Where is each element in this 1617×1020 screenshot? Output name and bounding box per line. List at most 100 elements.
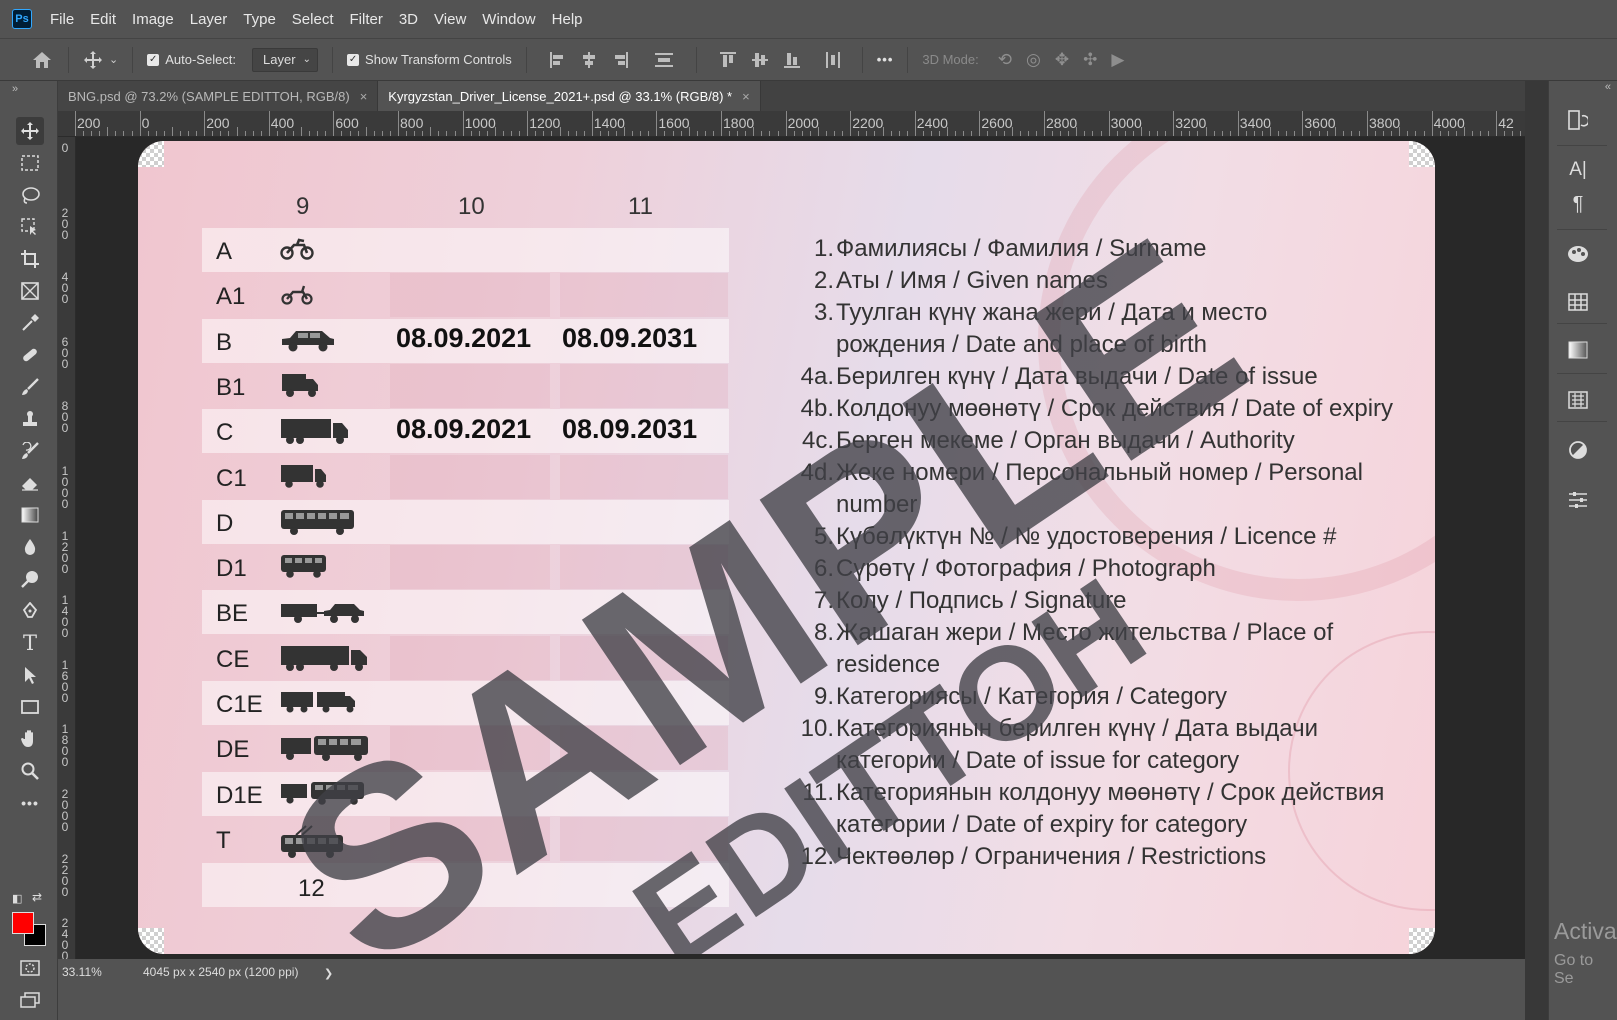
zoom-level[interactable]: 33.11% xyxy=(62,965,102,979)
horizontal-ruler[interactable]: 200 0 200 400 600 800 1000 1200 1400 1600 1800 2000… xyxy=(58,111,1525,137)
character-panel-icon[interactable]: A| xyxy=(1565,157,1591,183)
more-options-button[interactable]: ••• xyxy=(877,52,894,67)
close-icon[interactable]: × xyxy=(742,89,750,104)
ruler-minor-tick xyxy=(171,127,173,136)
adjustments-panel-icon[interactable] xyxy=(1565,437,1591,463)
ruler-minor-tick xyxy=(1068,131,1070,136)
chevron-down-icon[interactable]: ⌄ xyxy=(109,53,118,66)
foreground-color-swatch[interactable] xyxy=(12,912,34,934)
patterns-panel-icon[interactable] xyxy=(1565,387,1591,413)
pen-tool[interactable] xyxy=(16,597,44,625)
ruler-minor-tick xyxy=(317,131,319,136)
screen-mode-icon[interactable] xyxy=(16,986,44,1014)
hand-tool[interactable] xyxy=(16,725,44,753)
move-tool-icon[interactable] xyxy=(83,50,103,70)
marquee-tool[interactable] xyxy=(16,149,44,177)
align-bottom-icon[interactable] xyxy=(783,52,800,68)
swap-colors-icon[interactable]: ⇄ xyxy=(32,890,42,904)
close-icon[interactable]: × xyxy=(360,89,368,104)
auto-select-checkbox[interactable]: ✓ xyxy=(147,53,160,66)
crop-tool[interactable] xyxy=(16,245,44,273)
eyedropper-tool[interactable] xyxy=(16,309,44,337)
object-selection-tool[interactable] xyxy=(16,213,44,241)
align-vcenter-icon[interactable] xyxy=(751,52,768,68)
status-menu-arrow[interactable]: ❯ xyxy=(324,967,333,980)
blur-tool[interactable] xyxy=(16,533,44,561)
menu-window[interactable]: Window xyxy=(474,11,543,28)
pan-3d-icon[interactable]: ✥ xyxy=(1055,50,1069,70)
ruler-label: 800 xyxy=(400,115,424,131)
distribute-horizontal-icon[interactable] xyxy=(825,51,840,68)
ruler-tick xyxy=(1496,111,1498,136)
ruler-tick xyxy=(398,111,399,136)
menu-filter[interactable]: Filter xyxy=(342,11,391,28)
history-panel-icon[interactable] xyxy=(1565,107,1591,133)
menu-edit[interactable]: Edit xyxy=(82,11,124,28)
align-top-icon[interactable] xyxy=(719,51,736,68)
show-transform-checkbox[interactable]: ✓ xyxy=(347,53,360,66)
slide-3d-icon[interactable]: ✣ xyxy=(1083,50,1097,70)
roll-3d-icon[interactable]: ◎ xyxy=(1026,50,1041,70)
ruler-minor-tick xyxy=(648,131,650,136)
move-tool[interactable] xyxy=(16,117,44,145)
ruler-minor-tick xyxy=(777,131,779,136)
ruler-minor-tick xyxy=(607,131,609,136)
properties-panel-icon[interactable] xyxy=(1565,487,1591,513)
tab-bng[interactable]: BNG.psd @ 73.2% (SAMPLE EDITTOH, RGB/8) … xyxy=(58,81,379,111)
distribute-vertical-icon[interactable] xyxy=(654,52,673,68)
menu-help[interactable]: Help xyxy=(544,11,591,28)
eraser-tool[interactable] xyxy=(16,469,44,497)
photoshop-logo[interactable]: Ps xyxy=(12,9,32,29)
ruler-minor-tick xyxy=(1480,131,1482,136)
zoom-tool[interactable] xyxy=(16,757,44,785)
ruler-minor-tick xyxy=(1132,131,1134,136)
ruler-minor-tick xyxy=(83,131,85,136)
ruler-label: 1000 xyxy=(61,464,69,511)
layer-dropdown[interactable]: Layer ⌄ xyxy=(252,47,319,72)
gradients-panel-icon[interactable] xyxy=(1565,337,1591,363)
healing-brush-tool[interactable] xyxy=(16,341,44,369)
seal-decoration xyxy=(1288,631,1435,911)
edit-toolbar-icon[interactable]: ••• xyxy=(16,789,44,817)
align-hcenter-icon[interactable] xyxy=(582,51,596,68)
tab-kyrgyzstan-license[interactable]: Kyrgyzstan_Driver_License_2021+.psd @ 33… xyxy=(378,81,761,111)
scale-3d-icon[interactable]: ▶ xyxy=(1111,50,1124,70)
swatches-panel-icon[interactable] xyxy=(1565,289,1591,315)
default-colors-icon[interactable]: ◧ xyxy=(12,892,22,905)
paragraph-panel-icon[interactable]: ¶ xyxy=(1565,191,1591,217)
color-panel-icon[interactable] xyxy=(1565,241,1591,267)
ruler-minor-tick xyxy=(1229,131,1231,136)
menu-image[interactable]: Image xyxy=(124,11,182,28)
category-cell xyxy=(390,545,550,590)
type-tool[interactable]: T xyxy=(16,629,44,657)
menu-select[interactable]: Select xyxy=(284,11,342,28)
align-left-icon[interactable] xyxy=(549,51,564,68)
collapse-icon[interactable]: » xyxy=(12,83,18,95)
menu-type[interactable]: Type xyxy=(235,11,284,28)
frame-tool[interactable] xyxy=(16,277,44,305)
clone-stamp-tool[interactable] xyxy=(16,405,44,433)
align-right-icon[interactable] xyxy=(614,51,628,68)
dodge-tool[interactable] xyxy=(16,565,44,593)
ruler-minor-tick xyxy=(341,131,343,136)
vertical-ruler[interactable]: 0 200 400 600 800 1000 1200 1400 1600 1800 2000 220… xyxy=(58,137,76,959)
path-selection-tool[interactable] xyxy=(16,661,44,689)
menu-file[interactable]: File xyxy=(42,11,82,28)
canvas-workspace[interactable]: 9 10 11 A A1 B B1 C C1 D D1 BE CE C1E DE D1E T 08.09.… xyxy=(76,137,1525,959)
menu-3d[interactable]: 3D xyxy=(391,11,426,28)
gradient-tool[interactable] xyxy=(16,501,44,529)
menu-view[interactable]: View xyxy=(426,11,474,28)
rectangle-tool[interactable] xyxy=(16,693,44,721)
history-brush-tool[interactable] xyxy=(16,437,44,465)
ruler-tick xyxy=(914,111,916,136)
brush-tool[interactable] xyxy=(16,373,44,401)
expand-panels-icon[interactable]: « xyxy=(1605,81,1611,93)
quick-mask-icon[interactable] xyxy=(16,954,44,982)
lasso-tool[interactable] xyxy=(16,181,44,209)
ruler-minor-tick xyxy=(1383,131,1385,136)
license-document[interactable]: 9 10 11 A A1 B B1 C C1 D D1 BE CE C1E DE D1E T 08.09.… xyxy=(138,141,1435,954)
car-icon xyxy=(280,327,336,353)
home-icon[interactable] xyxy=(30,51,54,69)
orbit-3d-icon[interactable]: ⟲ xyxy=(998,50,1012,70)
menu-layer[interactable]: Layer xyxy=(182,11,236,28)
